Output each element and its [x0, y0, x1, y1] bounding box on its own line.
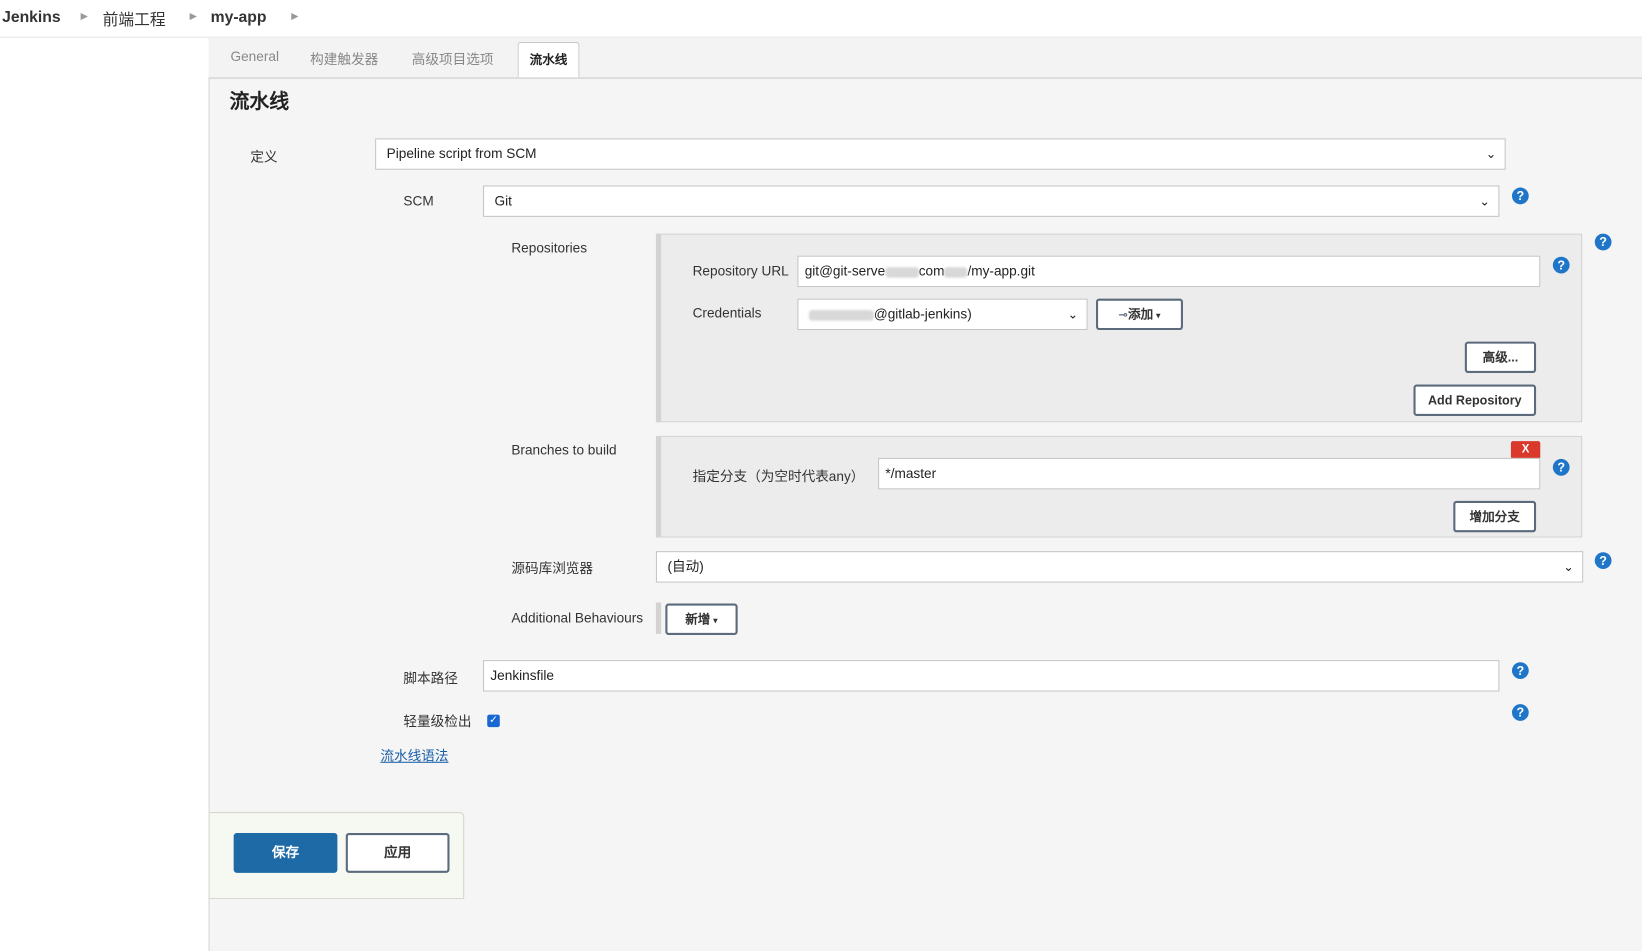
repo-browser-select[interactable]: (自动) ⌄	[655, 551, 1584, 583]
remove-branch-button[interactable]: X	[1510, 441, 1541, 459]
redacted-text	[885, 266, 919, 278]
repo-url-text-mid: com	[918, 262, 945, 279]
chevron-right-icon: ▶	[80, 10, 88, 21]
chevron-down-icon: ⌄	[1067, 307, 1079, 322]
help-icon[interactable]: ?	[1511, 704, 1529, 721]
add-branch-button[interactable]: 增加分支	[1453, 500, 1537, 533]
add-credentials-label: 添加	[1128, 307, 1154, 322]
definition-select[interactable]: Pipeline script from SCM ⌄	[375, 138, 1506, 170]
help-icon[interactable]: ?	[1511, 187, 1529, 205]
pipeline-syntax-link[interactable]: 流水线语法	[380, 745, 448, 765]
branches-label: Branches to build	[511, 442, 617, 458]
redacted-text	[808, 309, 874, 321]
repo-url-text-start: git@git-serve	[804, 262, 886, 279]
chevron-right-icon: ▶	[189, 10, 197, 21]
repo-url-label: Repository URL	[692, 262, 789, 279]
redacted-text	[944, 266, 968, 278]
script-path-input[interactable]: Jenkinsfile	[483, 660, 1500, 692]
tab-general[interactable]: General	[231, 48, 279, 64]
repo-browser-value: (自动)	[667, 558, 704, 575]
breadcrumb-my-app[interactable]: my-app	[211, 8, 267, 26]
credentials-value: @gitlab-jenkins)	[873, 305, 972, 322]
lightweight-label: 轻量级检出	[403, 713, 472, 730]
add-repository-button[interactable]: Add Repository	[1413, 384, 1537, 416]
advanced-button[interactable]: 高级...	[1464, 341, 1537, 374]
key-icon: ⊸	[1118, 309, 1129, 322]
script-path-label: 脚本路径	[403, 670, 458, 687]
repositories-label: Repositories	[511, 239, 588, 256]
help-icon[interactable]: ?	[1552, 458, 1570, 476]
tab-pipeline[interactable]: 流水线	[517, 41, 580, 78]
tab-advanced-project[interactable]: 高级项目选项	[412, 48, 494, 68]
chevron-right-icon[interactable]: ▶	[291, 10, 298, 22]
breadcrumb-jenkins[interactable]: Jenkins	[2, 8, 61, 26]
save-button[interactable]: 保存	[233, 833, 338, 873]
behaviours-divider	[655, 602, 662, 634]
lightweight-checkbox[interactable]: ✓	[487, 714, 500, 728]
apply-button[interactable]: 应用	[345, 833, 450, 873]
scm-select[interactable]: Git ⌄	[483, 185, 1500, 217]
tab-build-triggers[interactable]: 构建触发器	[310, 48, 378, 68]
repo-url-input[interactable]: git@git-serve com/my-app.git	[797, 255, 1541, 288]
chevron-down-icon: ⌄	[1479, 193, 1490, 209]
add-credentials-button[interactable]: ⊸添加 ▾	[1095, 298, 1183, 331]
section-title: 流水线	[229, 91, 290, 114]
add-behaviour-label: 新增	[685, 611, 711, 627]
branch-spec-label: 指定分支（为空时代表any）	[692, 468, 865, 485]
caret-down-icon: ▾	[1153, 310, 1161, 321]
scm-label: SCM	[403, 192, 434, 209]
chevron-down-icon: ⌄	[1485, 146, 1497, 162]
scm-value: Git	[494, 192, 512, 209]
repo-browser-label: 源码库浏览器	[511, 560, 594, 577]
repo-url-text-end: /my-app.git	[967, 262, 1035, 279]
help-icon[interactable]: ?	[1594, 233, 1612, 251]
help-icon[interactable]: ?	[1594, 552, 1612, 569]
add-behaviour-button[interactable]: 新增 ▾	[665, 603, 738, 635]
breadcrumb-frontend[interactable]: 前端工程	[103, 8, 166, 30]
credentials-label: Credentials	[692, 304, 762, 321]
additional-behaviours-label: Additional Behaviours	[511, 609, 644, 626]
branch-spec-input[interactable]: */master	[878, 457, 1541, 490]
help-icon[interactable]: ?	[1552, 256, 1570, 274]
definition-value: Pipeline script from SCM	[386, 145, 537, 162]
help-icon[interactable]: ?	[1511, 662, 1529, 679]
definition-label: 定义	[250, 148, 278, 165]
chevron-down-icon: ⌄	[1563, 559, 1574, 575]
credentials-select[interactable]: @gitlab-jenkins) ⌄	[797, 298, 1088, 331]
caret-down-icon: ▾	[710, 615, 718, 626]
